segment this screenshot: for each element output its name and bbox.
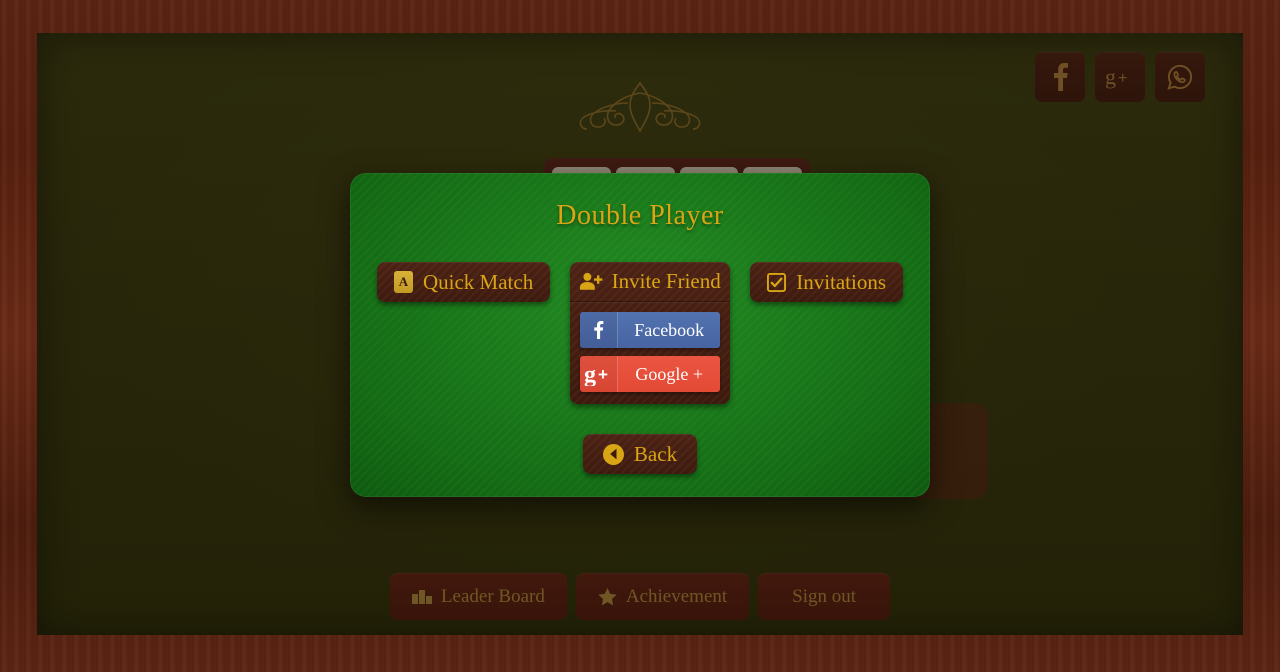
bottom-button-row: Leader Board Achievement Sign out xyxy=(37,573,1243,620)
sign-out-label: Sign out xyxy=(792,585,857,607)
add-user-icon xyxy=(579,272,604,291)
svg-text:g: g xyxy=(584,362,596,386)
google-plus-login-label: Google + xyxy=(635,363,704,384)
social-login-list: Facebook g + Google + xyxy=(570,302,730,392)
facebook-login-button[interactable]: Facebook xyxy=(580,312,721,348)
invitations-label: Invitations xyxy=(796,269,887,294)
game-screen: g + Leader Board Achievement Sign out Do… xyxy=(0,0,1280,672)
invite-friend-button[interactable]: Invite Friend xyxy=(570,262,731,302)
checkbox-checked-icon xyxy=(767,272,787,292)
google-plus-login-button[interactable]: g + Google + xyxy=(580,356,721,392)
google-plus-icon: g + xyxy=(580,356,619,392)
quick-match-label: Quick Match xyxy=(422,269,534,294)
sign-out-button[interactable]: Sign out xyxy=(758,573,891,620)
achievement-button[interactable]: Achievement xyxy=(575,573,750,620)
back-row: Back xyxy=(350,434,930,474)
invite-friend-panel: Invite Friend Facebook g + Google + xyxy=(570,262,731,404)
podium-icon xyxy=(411,589,432,604)
circle-arrow-left-icon xyxy=(602,443,624,465)
facebook-login-label: Facebook xyxy=(634,319,705,340)
invitations-button[interactable]: Invitations xyxy=(750,262,903,302)
achievement-label: Achievement xyxy=(625,585,728,607)
svg-text:+: + xyxy=(598,365,608,384)
facebook-icon xyxy=(580,312,619,348)
back-button[interactable]: Back xyxy=(583,434,697,474)
dialog-title: Double Player xyxy=(556,200,724,231)
leader-board-button[interactable]: Leader Board xyxy=(389,573,567,620)
letter-tile-icon: A xyxy=(393,271,413,293)
leader-board-label: Leader Board xyxy=(440,585,545,607)
star-icon xyxy=(598,587,617,606)
decorative-ornament xyxy=(37,79,1243,135)
mode-choice-row: A Quick Match Invite Friend Facebook g +… xyxy=(350,262,930,404)
double-player-dialog: Double Player A Quick Match Invite Frien… xyxy=(350,173,930,497)
invite-friend-label: Invite Friend xyxy=(611,269,721,293)
back-label: Back xyxy=(633,441,678,466)
quick-match-button[interactable]: A Quick Match xyxy=(377,262,550,302)
